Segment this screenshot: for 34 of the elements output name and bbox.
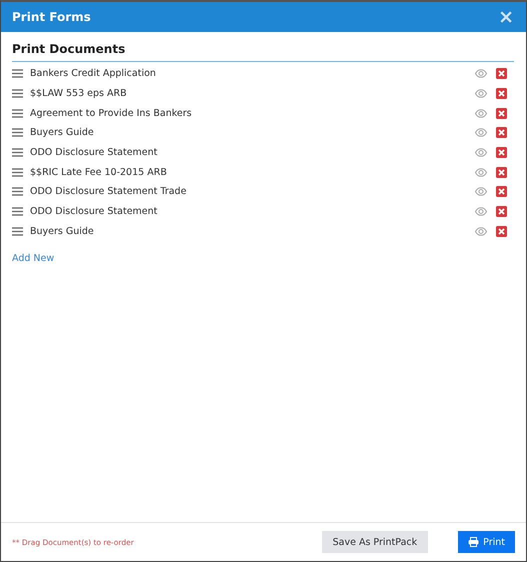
drag-handle-icon[interactable] bbox=[12, 207, 23, 216]
print-button[interactable]: Print bbox=[458, 531, 515, 553]
document-name: $$RIC Late Fee 10-2015 ARB bbox=[30, 166, 168, 178]
add-new-link[interactable]: Add New bbox=[12, 253, 54, 264]
delete-icon[interactable] bbox=[496, 147, 507, 158]
delete-icon[interactable] bbox=[496, 206, 507, 218]
delete-icon[interactable] bbox=[496, 108, 507, 119]
delete-icon[interactable] bbox=[496, 186, 507, 198]
close-button[interactable]: × bbox=[498, 8, 514, 26]
section-title: Print Documents bbox=[12, 42, 514, 62]
drag-handle-icon[interactable] bbox=[12, 226, 23, 236]
document-name: ODO Disclosure Statement bbox=[30, 206, 158, 218]
document-name: $$LAW 553 eps ARB bbox=[30, 88, 128, 100]
delete-icon[interactable] bbox=[496, 88, 507, 100]
drag-handle-icon[interactable] bbox=[12, 187, 23, 196]
drag-handle-icon[interactable] bbox=[12, 168, 23, 177]
drag-handle-icon[interactable] bbox=[12, 148, 23, 158]
dialog-title: Print Forms bbox=[12, 10, 91, 24]
drag-handle-icon[interactable] bbox=[12, 108, 23, 118]
drag-handle-icon[interactable] bbox=[12, 128, 23, 138]
delete-icon[interactable] bbox=[496, 68, 507, 80]
document-name: Buyers Guide bbox=[30, 226, 95, 237]
drag-handle-icon[interactable] bbox=[12, 69, 23, 78]
delete-icon[interactable] bbox=[496, 166, 507, 178]
document-name: ODO Disclosure Statement bbox=[30, 147, 158, 158]
delete-icon[interactable] bbox=[496, 226, 507, 237]
delete-icon[interactable] bbox=[496, 127, 507, 138]
drag-handle-icon[interactable] bbox=[12, 89, 23, 98]
save-printpack-button[interactable]: Save As PrintPack bbox=[322, 531, 428, 553]
printer-icon bbox=[468, 537, 480, 547]
document-name: Buyers Guide bbox=[30, 127, 95, 138]
document-name: ODO Disclosure Statement Trade bbox=[30, 186, 188, 198]
document-name: Agreement to Provide Ins Bankers bbox=[30, 108, 193, 119]
document-name: Bankers Credit Application bbox=[30, 68, 157, 80]
